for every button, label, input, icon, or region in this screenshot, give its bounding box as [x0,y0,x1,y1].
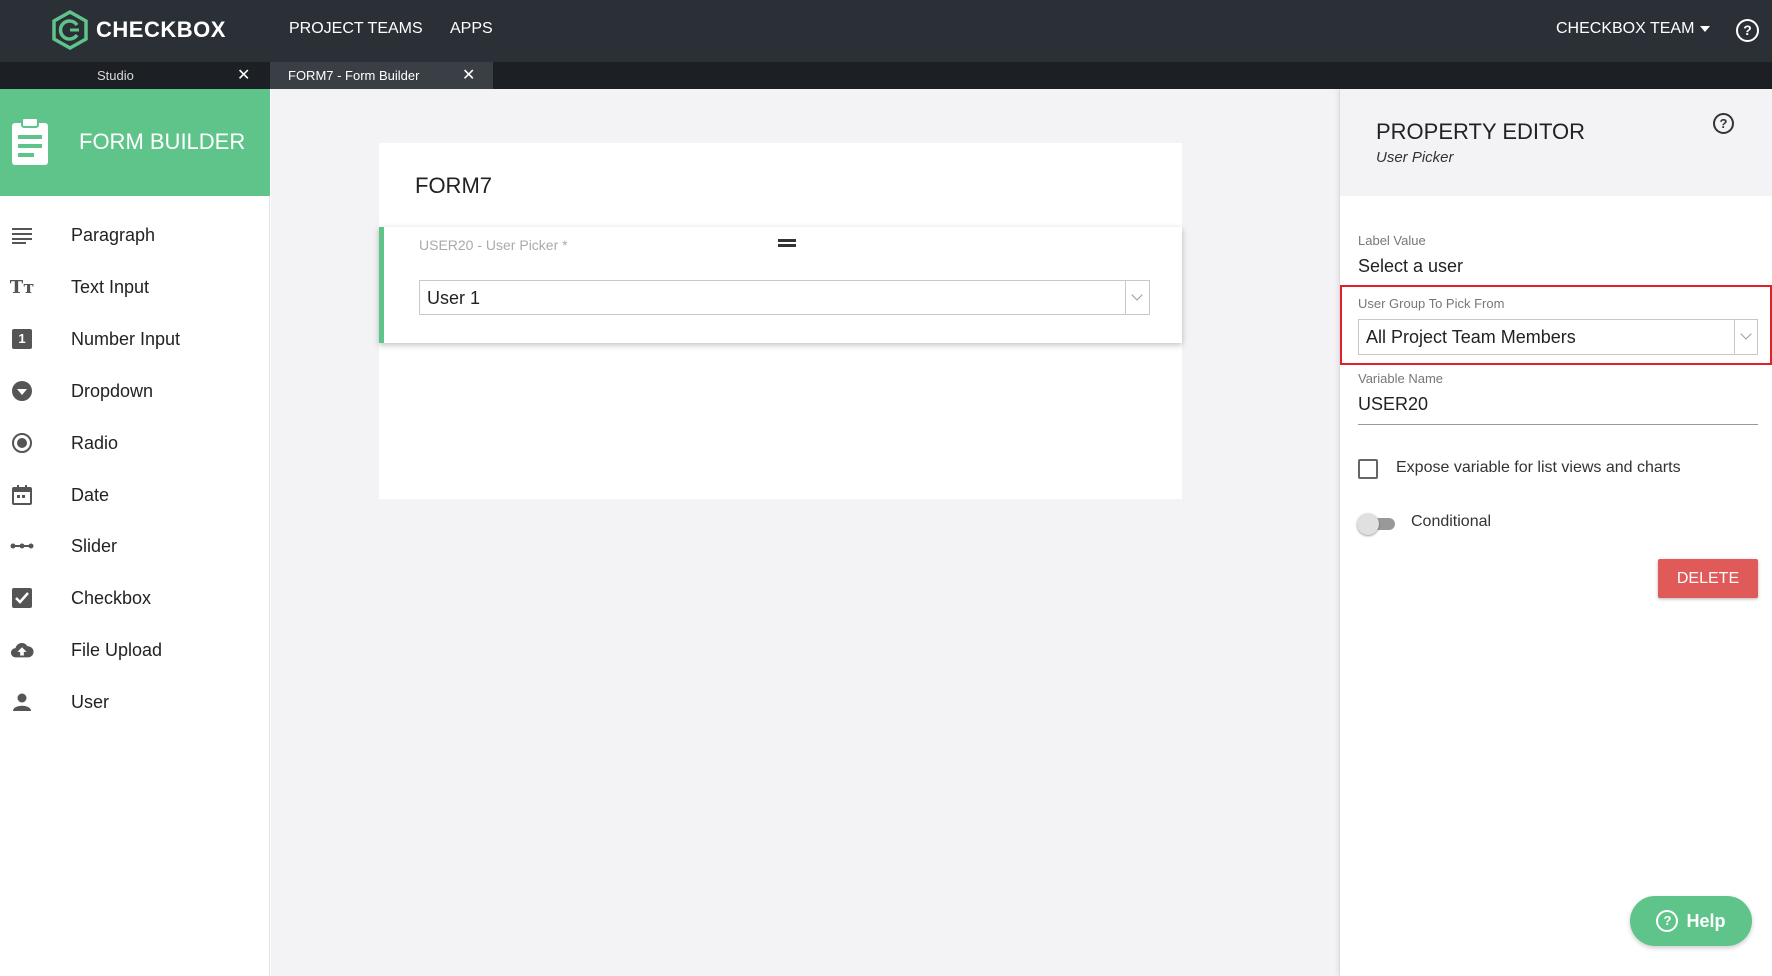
expose-variable-checkbox[interactable] [1358,459,1378,479]
sidebar-item-file-upload[interactable]: File Upload [0,630,270,670]
user-picker-select[interactable]: User 1 [419,280,1150,315]
help-button-label: Help [1686,910,1726,931]
conditional-label: Conditional [1411,513,1492,530]
checkbox-logo[interactable]: CHECKBOX [52,10,226,50]
user-group-label: User Group To Pick From [1358,296,1505,311]
team-menu-label: CHECKBOX TEAM [1556,20,1695,37]
help-button[interactable]: ? Help [1630,896,1752,946]
brand-name: CHECKBOX [96,17,226,42]
caret-down-icon [1700,26,1711,32]
nav-project-teams[interactable]: PROJECT TEAMS [289,20,423,38]
user-group-select[interactable]: All Project Team Members [1358,319,1758,355]
tab-bar: Studio ✕ FORM7 - Form Builder ✕ [0,62,1772,89]
sidebar-item-dropdown[interactable]: Dropdown [0,371,270,411]
form-title: FORM7 [415,173,492,198]
close-icon[interactable]: ✕ [462,65,475,85]
sidebar-item-label: Paragraph [71,225,156,245]
label-value-field[interactable]: Select a user [1358,256,1463,277]
form-builder-sidebar: FORM BUILDER Paragraph Tт Text Input 1 N… [0,89,270,976]
team-menu[interactable]: CHECKBOX TEAM [1556,20,1711,38]
sidebar-item-text-input[interactable]: Tт Text Input [0,267,270,307]
tab-form-builder[interactable]: FORM7 - Form Builder ✕ [270,62,493,89]
help-circle-icon[interactable]: ? [1713,113,1734,134]
checkbox-logo-icon [52,10,88,50]
chevron-down-icon[interactable] [1734,320,1757,354]
sidebar-item-label: File Upload [71,640,163,660]
text-input-icon: Tт [9,276,35,298]
tab-form-builder-label: FORM7 - Form Builder [288,68,420,83]
top-bar: CHECKBOX PROJECT TEAMS APPS CHECKBOX TEA… [0,0,1772,62]
nav-apps[interactable]: APPS [450,20,493,38]
label-value-label: Label Value [1358,233,1426,248]
number-input-glyph: 1 [12,329,32,349]
close-icon[interactable]: ✕ [237,65,250,85]
clipboard-icon [12,117,48,165]
form-builder-title: FORM BUILDER [79,129,246,154]
user-icon [10,690,34,714]
slider-icon [10,534,34,558]
sidebar-item-label: Checkbox [71,588,152,608]
paragraph-icon [10,223,34,247]
number-input-icon: 1 [10,327,34,351]
sidebar-item-label: Dropdown [71,381,154,401]
chevron-down-icon[interactable] [1125,281,1149,314]
sidebar-item-date[interactable]: Date [0,475,270,515]
checkbox-icon [10,586,34,610]
radio-icon [10,431,34,455]
user-group-value: All Project Team Members [1366,327,1576,347]
form-builder-header: FORM BUILDER [0,89,270,196]
property-editor-subtitle: User Picker [1376,149,1454,166]
variable-name-label: Variable Name [1358,371,1444,386]
sidebar-item-number-input[interactable]: 1 Number Input [0,319,270,359]
field-label: USER20 - User Picker * [419,237,568,253]
sidebar-item-checkbox[interactable]: Checkbox [0,578,270,618]
help-circle-icon: ? [1656,910,1679,932]
form-canvas: FORM7 USER20 - User Picker * User 1 [271,89,1339,976]
user-picker-value: User 1 [427,288,481,308]
sidebar-item-label: Text Input [71,277,150,297]
property-editor-header: PROPERTY EDITOR User Picker ? [1340,89,1772,196]
property-editor-title: PROPERTY EDITOR [1376,119,1586,144]
tab-studio-label: Studio [97,68,134,83]
cloud-upload-icon [10,638,34,662]
sidebar-item-label: Date [71,485,110,505]
sidebar-item-user[interactable]: User [0,682,270,722]
drag-handle-icon[interactable] [778,239,796,247]
dropdown-icon [10,379,34,403]
sidebar-item-slider[interactable]: Slider [0,526,270,566]
sidebar-item-label: Slider [71,536,118,556]
conditional-toggle[interactable] [1357,512,1395,535]
sidebar-item-label: User [71,692,110,712]
sidebar-item-radio[interactable]: Radio [0,423,270,463]
sidebar-item-label: Number Input [71,329,181,349]
calendar-icon [10,483,34,507]
sidebar-item-label: Radio [71,433,119,453]
form-card: FORM7 USER20 - User Picker * User 1 [379,143,1182,499]
user-picker-field[interactable]: USER20 - User Picker * User 1 [379,227,1182,343]
help-circle-icon[interactable]: ? [1736,19,1759,42]
sidebar-item-paragraph[interactable]: Paragraph [0,215,270,255]
variable-name-input[interactable]: USER20 [1358,394,1428,415]
expose-variable-label: Expose variable for list views and chart… [1396,459,1681,476]
tab-studio[interactable]: Studio ✕ [0,62,268,89]
property-editor: PROPERTY EDITOR User Picker ? Label Valu… [1339,89,1772,976]
input-underline [1358,424,1758,425]
delete-button[interactable]: DELETE [1658,559,1758,598]
